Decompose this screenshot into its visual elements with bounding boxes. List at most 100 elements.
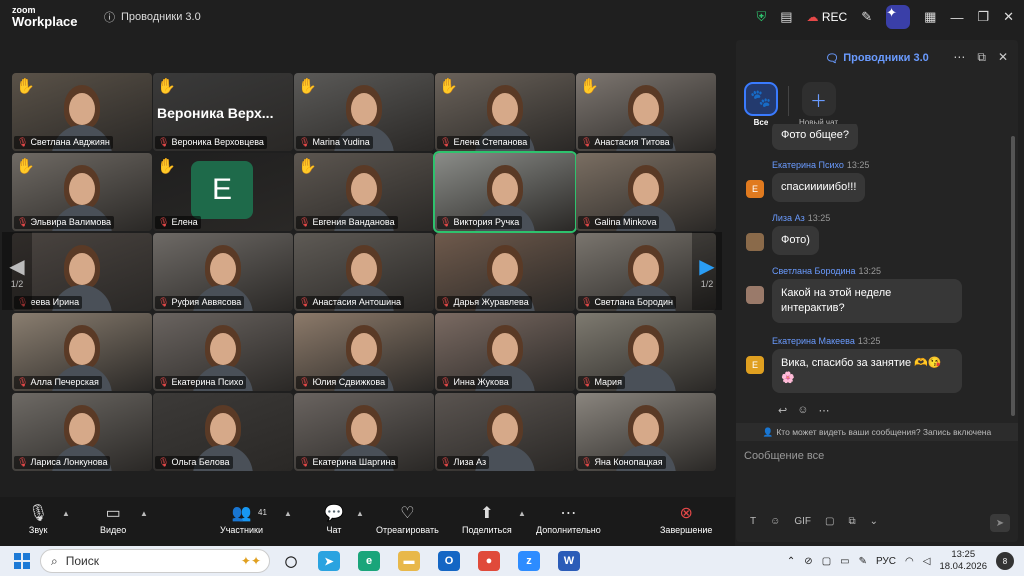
- participant-tile[interactable]: 🎙 Юлия Сдвижкова: [294, 313, 434, 391]
- avatar: [746, 233, 764, 251]
- participant-tile[interactable]: ✋ 🎙 Marina Yudina: [294, 73, 434, 151]
- more-button[interactable]: ⋯ Дополнительно: [536, 503, 601, 535]
- windows-start-icon[interactable]: [14, 553, 30, 569]
- participant-tile[interactable]: 🎙 Екатерина Психо: [153, 313, 293, 391]
- chrome-icon[interactable]: ●: [478, 551, 500, 571]
- participant-tile[interactable]: 🎙 Дарья Журавлева: [435, 233, 575, 311]
- pen-icon[interactable]: ✎: [861, 9, 872, 25]
- ai-companion-icon[interactable]: ✦: [886, 5, 911, 29]
- format-text-icon[interactable]: T: [750, 516, 756, 527]
- cloud-rec-icon: ☁: [806, 10, 819, 24]
- tools-caret-icon[interactable]: ⌄: [870, 516, 878, 527]
- screenshot-icon[interactable]: ⧉: [848, 516, 855, 527]
- raised-hand-icon: ✋: [580, 78, 599, 95]
- restore-icon[interactable]: ❐: [977, 9, 989, 25]
- prev-page-button[interactable]: ◀ 1/2: [2, 232, 32, 310]
- audio-options-caret[interactable]: ▲: [62, 509, 70, 518]
- chat-more-icon[interactable]: ⋯: [953, 50, 965, 65]
- file-explorer-icon[interactable]: ▬: [398, 551, 420, 571]
- close-icon[interactable]: ✕: [1003, 9, 1014, 25]
- muted-mic-icon: 🎙: [17, 137, 29, 147]
- task-view-icon[interactable]: ◯: [280, 551, 302, 571]
- telegram-icon[interactable]: ➤: [318, 551, 340, 571]
- taskbar-search[interactable]: ⌕ Поиск ✦✦: [40, 549, 270, 573]
- reply-icon[interactable]: ↩: [778, 404, 787, 417]
- participant-tile[interactable]: 🎙 еева Ирина: [12, 233, 152, 311]
- chat-input[interactable]: Сообщение все: [744, 450, 824, 462]
- participant-tile[interactable]: 🎙 Руфия Аввясова: [153, 233, 293, 311]
- pen-tray-icon[interactable]: ✎: [859, 556, 867, 567]
- notes-icon[interactable]: ▤: [780, 9, 792, 25]
- popout-icon[interactable]: ⧉: [977, 50, 986, 65]
- word-icon[interactable]: W: [558, 551, 580, 571]
- share-options-caret[interactable]: ▲: [518, 509, 526, 518]
- language-indicator[interactable]: РУС: [876, 556, 896, 567]
- outlook-icon[interactable]: O: [438, 551, 460, 571]
- participant-tile[interactable]: 🎙 Яна Конопацкая: [576, 393, 716, 471]
- tab-all[interactable]: 🐾 Все: [744, 82, 778, 127]
- wifi-icon[interactable]: ◠: [905, 556, 914, 567]
- tray-overflow-icon[interactable]: ⌃: [787, 556, 795, 567]
- camera-tray-icon[interactable]: ⊘: [804, 556, 812, 567]
- participant-tile[interactable]: ✋ 🎙 Эльвира Валимова: [12, 153, 152, 231]
- participant-tile[interactable]: 🎙 Лариса Лонкунова: [12, 393, 152, 471]
- shield-icon[interactable]: ⛨: [756, 9, 766, 25]
- chat-scrollbar[interactable]: [1011, 136, 1015, 416]
- video-button[interactable]: ▭ Видео: [100, 503, 126, 535]
- participant-name: 🎙 Евгения Ванданова: [296, 216, 398, 229]
- message-more-icon[interactable]: ⋯: [818, 404, 829, 417]
- video-options-caret[interactable]: ▲: [140, 509, 148, 518]
- message-text: Фото общее?: [772, 124, 859, 150]
- participant-tile[interactable]: ✋ 🎙 Елена Степанова: [435, 73, 575, 151]
- minimize-icon[interactable]: —: [950, 10, 963, 25]
- participants-button[interactable]: 👥 Участники: [220, 503, 263, 535]
- participant-name: 🎙 Galina Minkova: [578, 216, 660, 229]
- participant-name-text: Дарья Журавлева: [453, 297, 529, 307]
- clock[interactable]: 13:25 18.04.2026: [939, 549, 987, 573]
- participant-tile[interactable]: 🎙 Анастасия Антошина: [294, 233, 434, 311]
- participant-tile[interactable]: 🎙 Ольга Белова: [153, 393, 293, 471]
- apps-icon[interactable]: ▦: [924, 9, 936, 25]
- participants-label: Участники: [220, 525, 263, 535]
- send-button[interactable]: ➤: [990, 514, 1010, 532]
- next-page-button[interactable]: ▶ 1/2: [692, 232, 722, 310]
- info-icon[interactable]: ⓘ: [104, 9, 115, 25]
- participant-tile[interactable]: 🎙 Galina Minkova: [576, 153, 716, 231]
- gif-icon[interactable]: GIF: [794, 516, 811, 527]
- volume-icon[interactable]: ◁: [923, 556, 931, 567]
- participant-tile[interactable]: ✋ 🎙 Евгения Ванданова: [294, 153, 434, 231]
- battery-icon[interactable]: ▭: [840, 556, 849, 567]
- react-button[interactable]: ♡ Отреагировать: [376, 503, 439, 535]
- meeting-info[interactable]: ⓘ Проводники 3.0: [104, 9, 201, 25]
- chat-button[interactable]: 💬 Чат: [324, 503, 344, 535]
- participant-name: 🎙 Екатерина Психо: [155, 376, 247, 389]
- meeting-title: Проводники 3.0: [121, 11, 201, 23]
- end-button[interactable]: ⊗ Завершение: [660, 503, 712, 535]
- participant-tile[interactable]: 🎙 Виктория Ручка: [433, 151, 577, 233]
- participant-tile[interactable]: E ✋ 🎙 Елена: [153, 153, 293, 231]
- tab-new-chat[interactable]: ＋ Новый чат: [799, 82, 838, 127]
- share-button[interactable]: ⬆ Поделиться: [462, 503, 512, 535]
- participant-tile[interactable]: 🎙 Мария: [576, 313, 716, 391]
- chat-close-icon[interactable]: ✕: [998, 50, 1008, 65]
- zoom-app-icon[interactable]: z: [518, 551, 540, 571]
- participant-tile[interactable]: 🎙 Лиза Аз: [435, 393, 575, 471]
- app-tray-icon[interactable]: ▢: [822, 556, 831, 567]
- participant-tile[interactable]: 🎙 Алла Печерская: [12, 313, 152, 391]
- chat-options-caret[interactable]: ▲: [356, 509, 364, 518]
- participants-options-caret[interactable]: ▲: [284, 509, 292, 518]
- audio-button[interactable]: 🎙 Звук: [28, 503, 48, 535]
- participant-tile[interactable]: ✋ 🎙 Анастасия Титова: [576, 73, 716, 151]
- participant-tile[interactable]: ✋ 🎙 Светлана Авджиян: [12, 73, 152, 151]
- file-icon[interactable]: ▢: [825, 516, 834, 527]
- rec-indicator[interactable]: ☁ REC: [807, 10, 848, 24]
- participant-tile[interactable]: Вероника Верх... ✋ 🎙 Вероника Верховцева: [153, 73, 293, 151]
- emoji-react-icon[interactable]: ☺: [797, 404, 808, 417]
- edge-icon[interactable]: e: [358, 551, 380, 571]
- emoji-icon[interactable]: ☺: [770, 516, 780, 527]
- participant-name-text: Marina Yudina: [312, 137, 370, 147]
- notifications-badge[interactable]: 8: [996, 552, 1014, 570]
- participant-tile[interactable]: 🎙 Инна Жукова: [435, 313, 575, 391]
- privacy-note[interactable]: 👤 Кто может видеть ваши сообщения? Запис…: [736, 423, 1018, 441]
- participant-tile[interactable]: 🎙 Екатерина Шаргина: [294, 393, 434, 471]
